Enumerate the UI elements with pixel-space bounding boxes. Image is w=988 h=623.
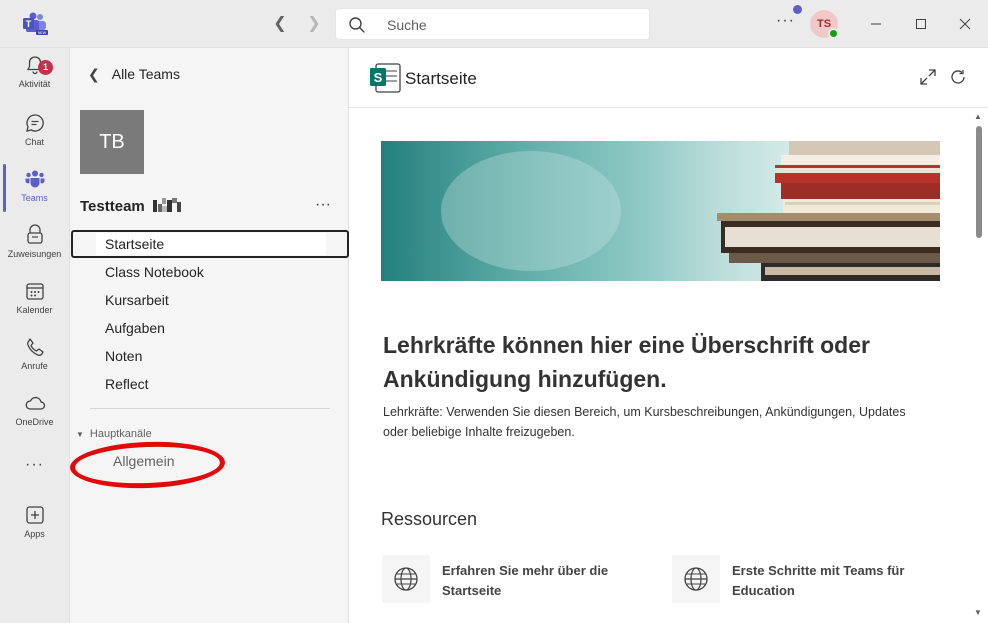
more-options-button[interactable]: ···	[776, 12, 795, 30]
globe-icon	[684, 567, 708, 591]
resource-link-startseite[interactable]: Erfahren Sie mehr über die Startseite	[382, 555, 652, 605]
globe-icon-tile	[672, 555, 720, 603]
team-options-button[interactable]: ···	[315, 196, 331, 214]
title-bar: T NEW ❮ ❯ Suche ··· TS	[0, 0, 988, 48]
search-icon	[349, 17, 365, 33]
channel-label: Class Notebook	[105, 264, 204, 280]
rail-item-activity[interactable]: Aktivität 1	[0, 54, 69, 106]
cloud-icon	[25, 396, 45, 410]
red-annotation-ellipse	[69, 439, 226, 491]
phone-icon	[26, 338, 44, 356]
svg-text:NEW: NEW	[38, 31, 47, 35]
globe-icon	[394, 567, 418, 591]
channel-label: Noten	[105, 348, 143, 364]
svg-text:S: S	[374, 70, 383, 85]
expand-icon[interactable]	[919, 68, 937, 86]
back-arrow-icon[interactable]: ❮	[270, 14, 290, 34]
team-name: Testteam	[80, 198, 145, 215]
channel-reflect[interactable]: Reflect	[71, 370, 349, 398]
rail-item-calendar[interactable]: Kalender	[0, 280, 69, 332]
announcement-headline: Lehrkräfte können hier eine Überschrift …	[383, 332, 870, 392]
all-teams-label: Alle Teams	[111, 66, 180, 82]
resources-heading: Ressourcen	[381, 509, 478, 529]
rail-label: Apps	[24, 529, 45, 539]
available-status-icon	[828, 28, 839, 39]
channel-class-notebook[interactable]: Class Notebook	[71, 258, 349, 286]
channel-startseite[interactable]: Startseite	[71, 230, 349, 258]
scroll-thumb[interactable]	[976, 126, 982, 238]
rail-label: Anrufe	[21, 361, 48, 371]
rail-label: Zuweisungen	[7, 249, 62, 259]
channel-kursarbeit[interactable]: Kursarbeit	[71, 286, 349, 314]
channel-label: Kursarbeit	[105, 292, 169, 308]
all-teams-link[interactable]: ❮ Alle Teams	[88, 66, 180, 83]
more-apps-button[interactable]: ···	[0, 456, 69, 474]
divider	[90, 408, 330, 409]
caret-down-icon: ▼	[76, 430, 84, 439]
scroll-down-arrow-icon[interactable]: ▼	[974, 608, 982, 617]
add-app-icon	[25, 506, 44, 524]
activity-badge: 1	[38, 60, 53, 75]
books-illustration	[381, 141, 940, 281]
chevron-left-icon: ❮	[88, 66, 100, 82]
section-title-label: Hauptkanäle	[89, 428, 152, 440]
channel-label: Aufgaben	[105, 320, 165, 336]
channel-label: Startseite	[105, 236, 165, 252]
forward-arrow-icon[interactable]: ❯	[304, 14, 324, 34]
main-channels-header[interactable]: ▼ Hauptkanäle	[76, 428, 152, 440]
search-input[interactable]: Suche	[335, 8, 650, 40]
resource-link-erste-schritte[interactable]: Erste Schritte mit Teams für Education	[672, 555, 942, 605]
redacted-mosaic-icon	[153, 198, 181, 212]
vertical-scrollbar[interactable]: ▲ ▼	[973, 110, 985, 623]
hero-banner-image	[381, 141, 940, 281]
rail-label: Aktivität	[18, 79, 51, 89]
channel-label: Reflect	[105, 376, 149, 392]
calendar-icon	[25, 283, 44, 300]
notification-dot	[793, 5, 802, 14]
team-avatar: TB	[80, 110, 144, 174]
rail-item-onedrive[interactable]: OneDrive	[0, 392, 69, 444]
minimize-icon	[871, 23, 881, 25]
rail-item-calls[interactable]: Anrufe	[0, 336, 69, 388]
globe-icon-tile	[382, 555, 430, 603]
channel-aufgaben[interactable]: Aufgaben	[71, 314, 349, 342]
rail-label: Teams	[21, 193, 48, 203]
sharepoint-icon: S	[370, 63, 401, 93]
maximize-icon	[916, 19, 926, 29]
close-icon	[959, 18, 971, 30]
resource-label: Erfahren Sie mehr über die Startseite	[442, 563, 609, 598]
content-header: S Startseite	[349, 48, 988, 108]
rail-label: Chat	[24, 137, 44, 147]
maximize-button[interactable]	[909, 12, 933, 36]
tab-title: Startseite	[405, 69, 477, 88]
teams-app-icon: T NEW	[23, 12, 48, 35]
scroll-up-arrow-icon[interactable]: ▲	[974, 112, 982, 121]
rail-label: OneDrive	[15, 417, 54, 427]
assignments-icon	[26, 224, 43, 244]
svg-text:T: T	[26, 19, 32, 29]
refresh-icon[interactable]	[949, 68, 967, 86]
rail-item-assignments[interactable]: Zuweisungen	[0, 224, 69, 276]
chat-icon	[25, 114, 44, 132]
rail-label: Kalender	[16, 305, 53, 315]
team-sidebar: ❮ Alle Teams TB Testteam ··· Startseite C…	[69, 48, 349, 623]
rail-item-teams[interactable]: Teams	[0, 168, 69, 220]
close-button[interactable]	[953, 12, 977, 36]
minimize-button[interactable]	[864, 12, 888, 36]
search-placeholder: Suche	[387, 17, 427, 33]
app-rail: Aktivität 1 Chat Teams Zuweisungen Kalen…	[0, 48, 69, 623]
resource-label: Erste Schritte mit Teams für Education	[732, 563, 905, 598]
channel-noten[interactable]: Noten	[71, 342, 349, 370]
announcement-body: Lehrkräfte: Verwenden Sie diesen Bereich…	[383, 405, 906, 439]
main-content: S Startseite Lehrkräfte können hier eine…	[349, 48, 988, 623]
teams-icon	[25, 170, 44, 188]
rail-item-chat[interactable]: Chat	[0, 112, 69, 164]
rail-item-apps[interactable]: Apps	[0, 504, 69, 556]
